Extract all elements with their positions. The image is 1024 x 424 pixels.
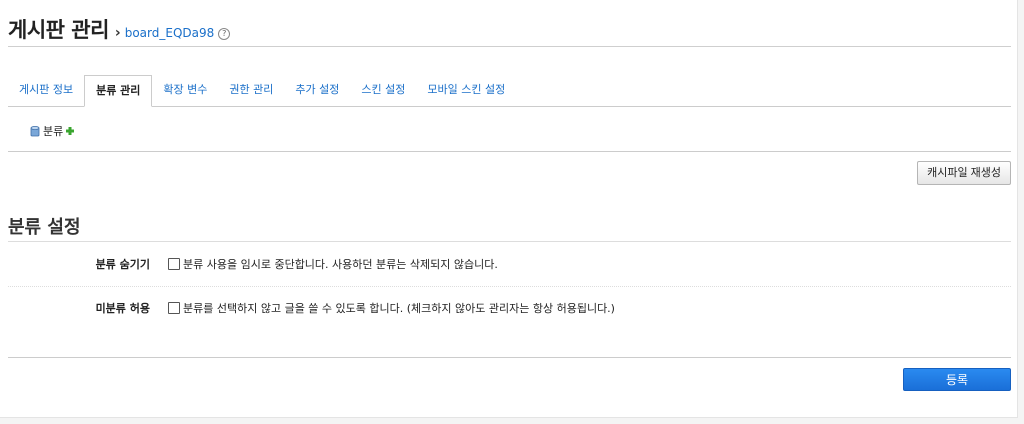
folder-icon	[30, 125, 40, 137]
help-icon[interactable]: ?	[218, 28, 231, 40]
section-title: 분류 설정	[8, 217, 81, 238]
header-divider	[8, 46, 1011, 47]
hide-category-checkbox[interactable]	[168, 258, 180, 270]
hide-category-label: 분류 숨기기	[95, 258, 150, 271]
board-id-link[interactable]: board_EQDa98	[125, 26, 215, 40]
plus-icon[interactable]	[65, 126, 75, 136]
tab-additional-settings[interactable]: 추가 설정	[284, 75, 350, 105]
page-title: 게시판 관리	[8, 18, 109, 42]
admin-page: 게시판 관리 › board_EQDa98 ? 게시판 정보 분류 관리 확장 …	[0, 0, 1018, 418]
tab-permissions[interactable]: 권한 관리	[218, 75, 284, 105]
allow-uncategorized-checkbox[interactable]	[168, 302, 180, 314]
tab-mobile-skin-settings[interactable]: 모바일 스킨 설정	[416, 75, 516, 105]
regenerate-cache-button[interactable]: 캐시파일 재생성	[917, 161, 1011, 185]
hide-category-description[interactable]: 분류 사용을 임시로 중단합니다. 사용하던 분류는 삭제되지 않습니다.	[183, 256, 498, 272]
allow-uncategorized-description[interactable]: 분류를 선택하지 않고 글을 쓸 수 있도록 합니다. (체크하지 않아도 관리…	[183, 300, 615, 316]
page-header: 게시판 관리 › board_EQDa98 ?	[8, 14, 231, 44]
category-tree: 분류	[8, 106, 1011, 152]
footer-divider	[8, 357, 1011, 358]
submit-button[interactable]: 등록	[903, 368, 1011, 391]
tab-extra-variables[interactable]: 확장 변수	[152, 75, 218, 105]
form-row-allow-uncategorized: 미분류 허용 분류를 선택하지 않고 글을 쓸 수 있도록 합니다. (체크하지…	[8, 286, 1011, 330]
breadcrumb-separator: ›	[114, 25, 121, 41]
category-root-node[interactable]: 분류	[30, 123, 75, 139]
tab-bar: 게시판 정보 분류 관리 확장 변수 권한 관리 추가 설정 스킨 설정 모바일…	[8, 75, 1011, 107]
tab-skin-settings[interactable]: 스킨 설정	[350, 75, 416, 105]
tab-category-management[interactable]: 분류 관리	[84, 75, 153, 107]
tab-board-info[interactable]: 게시판 정보	[8, 75, 84, 105]
allow-uncategorized-label: 미분류 허용	[95, 302, 150, 315]
category-root-label: 분류	[43, 125, 64, 138]
form-row-hide-category: 분류 숨기기 분류 사용을 임시로 중단합니다. 사용하던 분류는 삭제되지 않…	[8, 242, 1011, 287]
